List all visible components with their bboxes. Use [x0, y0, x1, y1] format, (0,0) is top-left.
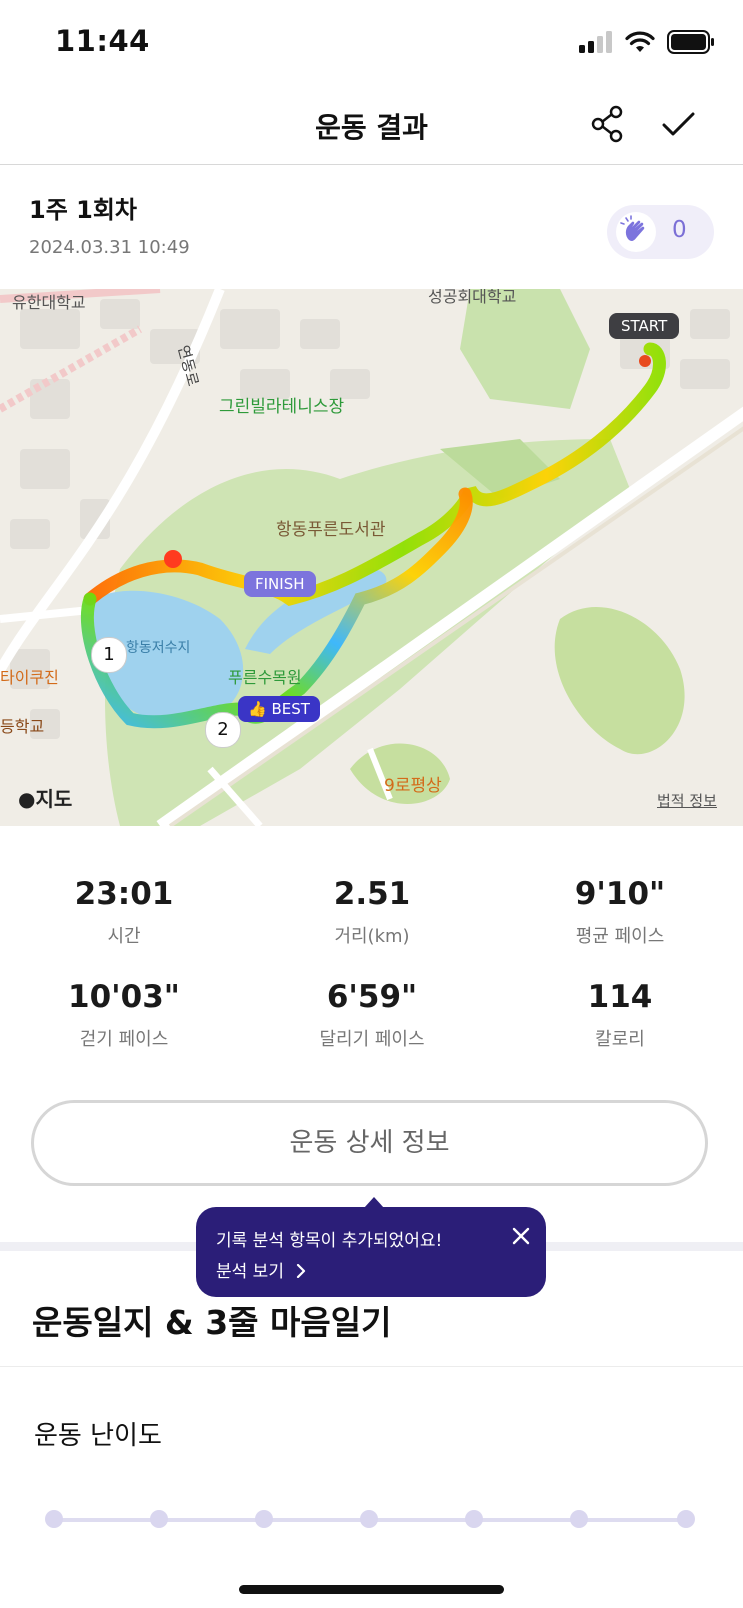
stat-value: 114	[587, 979, 653, 1015]
journal-section-title: 운동일지 & 3줄 마음일기	[32, 1303, 392, 1342]
best-badge: 👍 BEST	[238, 696, 320, 722]
stat-distance: 2.51 거리(km)	[248, 876, 496, 948]
clap-icon	[620, 215, 645, 241]
difficulty-label: 운동 난이도	[34, 1421, 162, 1451]
view-analysis-link[interactable]: 분석 보기	[216, 1257, 307, 1282]
difficulty-step[interactable]	[570, 1510, 588, 1528]
map-label-left1: 타이쿠진	[0, 668, 59, 687]
app-header: 운동 결과	[0, 84, 743, 165]
checkmark-icon	[662, 112, 695, 136]
stat-avg-pace: 9'10" 평균 페이스	[496, 876, 743, 948]
stat-time: 23:01 시간	[0, 876, 248, 948]
map-label-lake: 항동저수지	[126, 640, 191, 656]
map-label-arboretum: 푸른수목원	[228, 668, 302, 687]
stat-label: 칼로리	[595, 1029, 645, 1050]
chevron-right-icon	[297, 1263, 306, 1279]
tooltip-message: 기록 분석 항목이 추가되었어요!	[216, 1231, 443, 1251]
map-attribution: ●지도	[18, 783, 72, 812]
difficulty-step[interactable]	[45, 1510, 63, 1528]
split-marker-1[interactable]: 1	[91, 637, 127, 673]
stat-run-pace: 6'59" 달리기 페이스	[248, 979, 496, 1051]
map-label-cafe: 9로평상	[384, 776, 442, 796]
map-label-tennis: 그린빌라테니스장	[219, 397, 345, 417]
stat-label: 걷기 페이스	[79, 1029, 169, 1050]
close-icon	[512, 1227, 530, 1245]
thumbs-up-icon: 👍	[248, 700, 267, 718]
stat-value: 9'10"	[574, 876, 666, 912]
clap-count: 0	[672, 217, 687, 243]
stat-label: 평균 페이스	[575, 926, 665, 947]
home-indicator	[239, 1585, 504, 1594]
view-analysis-text: 분석 보기	[216, 1262, 284, 1282]
session-title: 1주 1회차	[29, 196, 137, 224]
page-title: 운동 결과	[315, 111, 428, 144]
map-attribution-text: 지도	[35, 787, 73, 811]
apple-logo-icon: ●	[18, 787, 36, 811]
map-label-sungkonghoe-univ: 성공회대학교	[428, 289, 517, 306]
stat-value: 23:01	[74, 876, 174, 912]
cellular-signal-icon	[579, 31, 612, 53]
status-time: 11:44	[55, 24, 150, 58]
map-background	[0, 289, 743, 826]
clap-button[interactable]: 0	[607, 205, 714, 259]
stat-value: 2.51	[333, 876, 411, 912]
start-label: START	[609, 313, 680, 339]
difficulty-step[interactable]	[360, 1510, 378, 1528]
stat-walk-pace: 10'03" 걷기 페이스	[0, 979, 248, 1051]
legal-info-link[interactable]: 법적 정보	[657, 790, 717, 811]
difficulty-step[interactable]	[150, 1510, 168, 1528]
stat-label: 시간	[107, 926, 141, 947]
split-marker-2[interactable]: 2	[205, 712, 241, 748]
map-label-yuhan-univ: 유한대학교	[12, 293, 86, 312]
map-label-left2: 등학교	[0, 717, 45, 736]
stat-calories: 114 칼로리	[496, 979, 743, 1051]
tooltip-close-button[interactable]	[508, 1223, 534, 1249]
clap-icon-wrapper	[616, 212, 656, 252]
confirm-button[interactable]	[656, 102, 700, 146]
workout-detail-button[interactable]: 운동 상세 정보	[31, 1100, 708, 1186]
route-map[interactable]: 유한대학교 성공회대학교 연동로 그린빌라테니스장 항동푸른도서관 항동저수지 …	[0, 289, 743, 826]
map-label-library: 항동푸른도서관	[276, 520, 386, 540]
difficulty-step[interactable]	[465, 1510, 483, 1528]
stat-label: 달리기 페이스	[319, 1029, 425, 1050]
stat-value: 6'59"	[326, 979, 418, 1015]
difficulty-step[interactable]	[677, 1510, 695, 1528]
journal-divider	[0, 1366, 743, 1367]
status-icons	[579, 30, 715, 54]
best-badge-text: BEST	[271, 700, 310, 718]
stat-value: 10'03"	[68, 979, 180, 1015]
session-datetime: 2024.03.31 10:49	[29, 237, 190, 258]
share-button[interactable]	[586, 102, 630, 146]
difficulty-step[interactable]	[255, 1510, 273, 1528]
share-icon	[591, 105, 623, 143]
battery-icon	[667, 30, 714, 54]
finish-label: FINISH	[244, 571, 316, 597]
wifi-icon	[625, 31, 655, 52]
stat-label: 거리(km)	[334, 926, 410, 947]
analysis-tooltip: 기록 분석 항목이 추가되었어요! 분석 보기	[196, 1207, 546, 1297]
